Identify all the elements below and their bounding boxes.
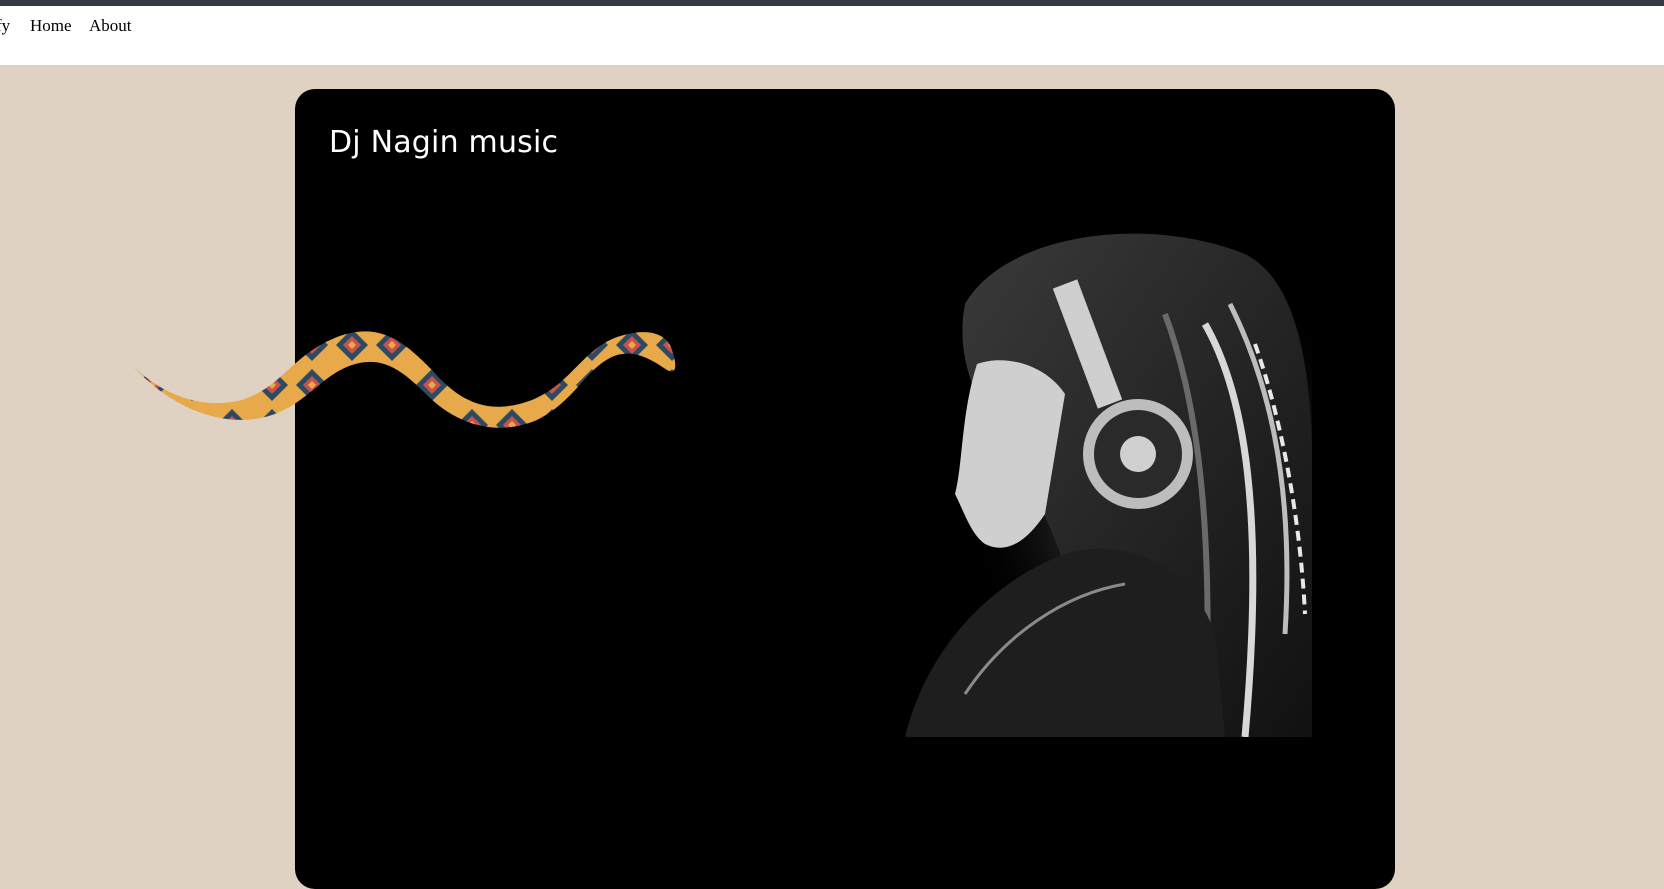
- page-title: Dj Nagin music: [329, 125, 559, 160]
- nav-link-brand[interactable]: fy: [0, 16, 10, 36]
- dj-headphones-photo: [365, 214, 1312, 737]
- nav-link-about[interactable]: About: [89, 16, 132, 36]
- nav-link-home[interactable]: Home: [30, 16, 72, 36]
- navbar: fy Home About: [0, 6, 1664, 65]
- snake-graphic: [132, 331, 676, 428]
- hero-card: Dj Nagin music: [295, 89, 1395, 889]
